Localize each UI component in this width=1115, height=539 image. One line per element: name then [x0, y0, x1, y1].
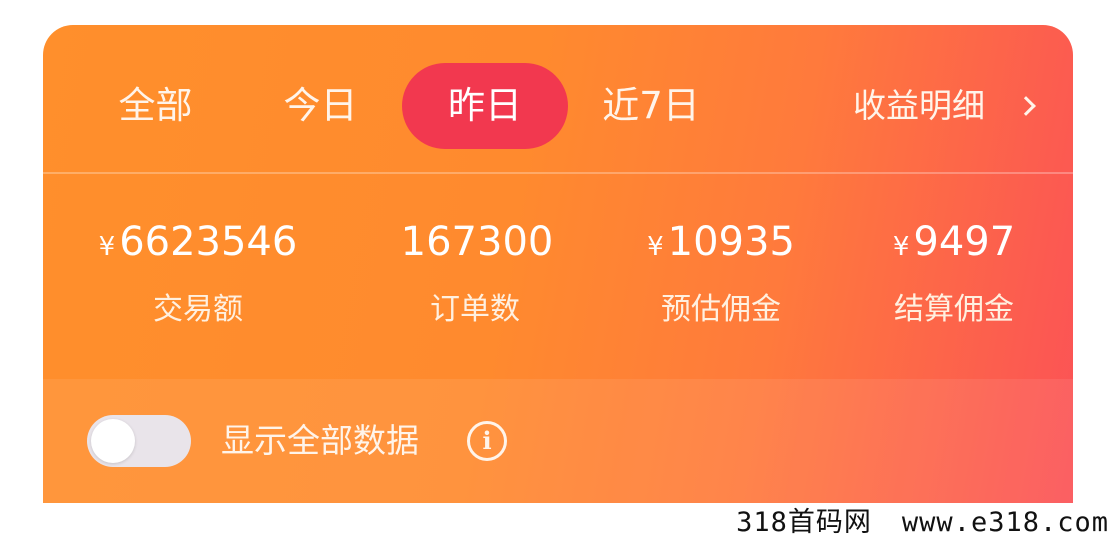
watermark-site-name: 318首码网	[736, 507, 872, 538]
show-all-data-toggle[interactable]	[87, 415, 191, 467]
currency-symbol: ¥	[892, 232, 910, 262]
stat-label: 预估佣金	[661, 292, 781, 327]
stat-transaction-amount: ¥6623546 交易额	[78, 214, 318, 328]
stat-settled-commission: ¥9497 结算佣金	[834, 214, 1073, 328]
stat-number: 167300	[400, 219, 554, 265]
show-all-data-label: 显示全部数据	[221, 421, 419, 460]
tab-last-7-days[interactable]: 近7日	[591, 63, 711, 149]
info-icon[interactable]: i	[467, 421, 507, 461]
earnings-detail-label: 收益明细	[853, 86, 985, 125]
tab-today[interactable]: 今日	[263, 63, 378, 149]
stat-label: 交易额	[153, 292, 243, 327]
chevron-right-icon	[1016, 96, 1036, 116]
stat-value: ¥9497	[834, 214, 1073, 270]
earnings-card: 全部 今日 昨日 近7日 收益明细 ¥6623546 交易额 167300 订单…	[43, 25, 1073, 503]
period-tabs: 全部 今日 昨日 近7日 收益明细	[43, 25, 1073, 173]
show-all-data-row: 显示全部数据 i	[43, 379, 1073, 503]
stat-number: 6623546	[119, 219, 298, 265]
earnings-detail-link[interactable]: 收益明细	[853, 63, 1036, 149]
stat-value: ¥10935	[601, 214, 841, 270]
stat-value: 167300	[355, 214, 595, 270]
stat-estimated-commission: ¥10935 预估佣金	[601, 214, 841, 328]
toggle-knob	[91, 419, 135, 463]
stat-order-count: 167300 订单数	[355, 214, 595, 328]
stat-label: 结算佣金	[894, 292, 1014, 327]
tab-yesterday[interactable]: 昨日	[402, 63, 568, 149]
watermark: 318首码网 www.e318.com	[736, 500, 1109, 538]
stats-row: ¥6623546 交易额 167300 订单数 ¥10935 预估佣金 ¥949…	[43, 174, 1073, 379]
stat-value: ¥6623546	[78, 214, 318, 270]
stat-number: 10935	[667, 219, 795, 265]
tab-all[interactable]: 全部	[98, 63, 213, 149]
stat-label: 订单数	[430, 292, 520, 327]
currency-symbol: ¥	[98, 232, 116, 262]
currency-symbol: ¥	[647, 232, 664, 262]
watermark-url: www.e318.com	[901, 507, 1109, 538]
stat-number: 9497	[913, 219, 1016, 265]
